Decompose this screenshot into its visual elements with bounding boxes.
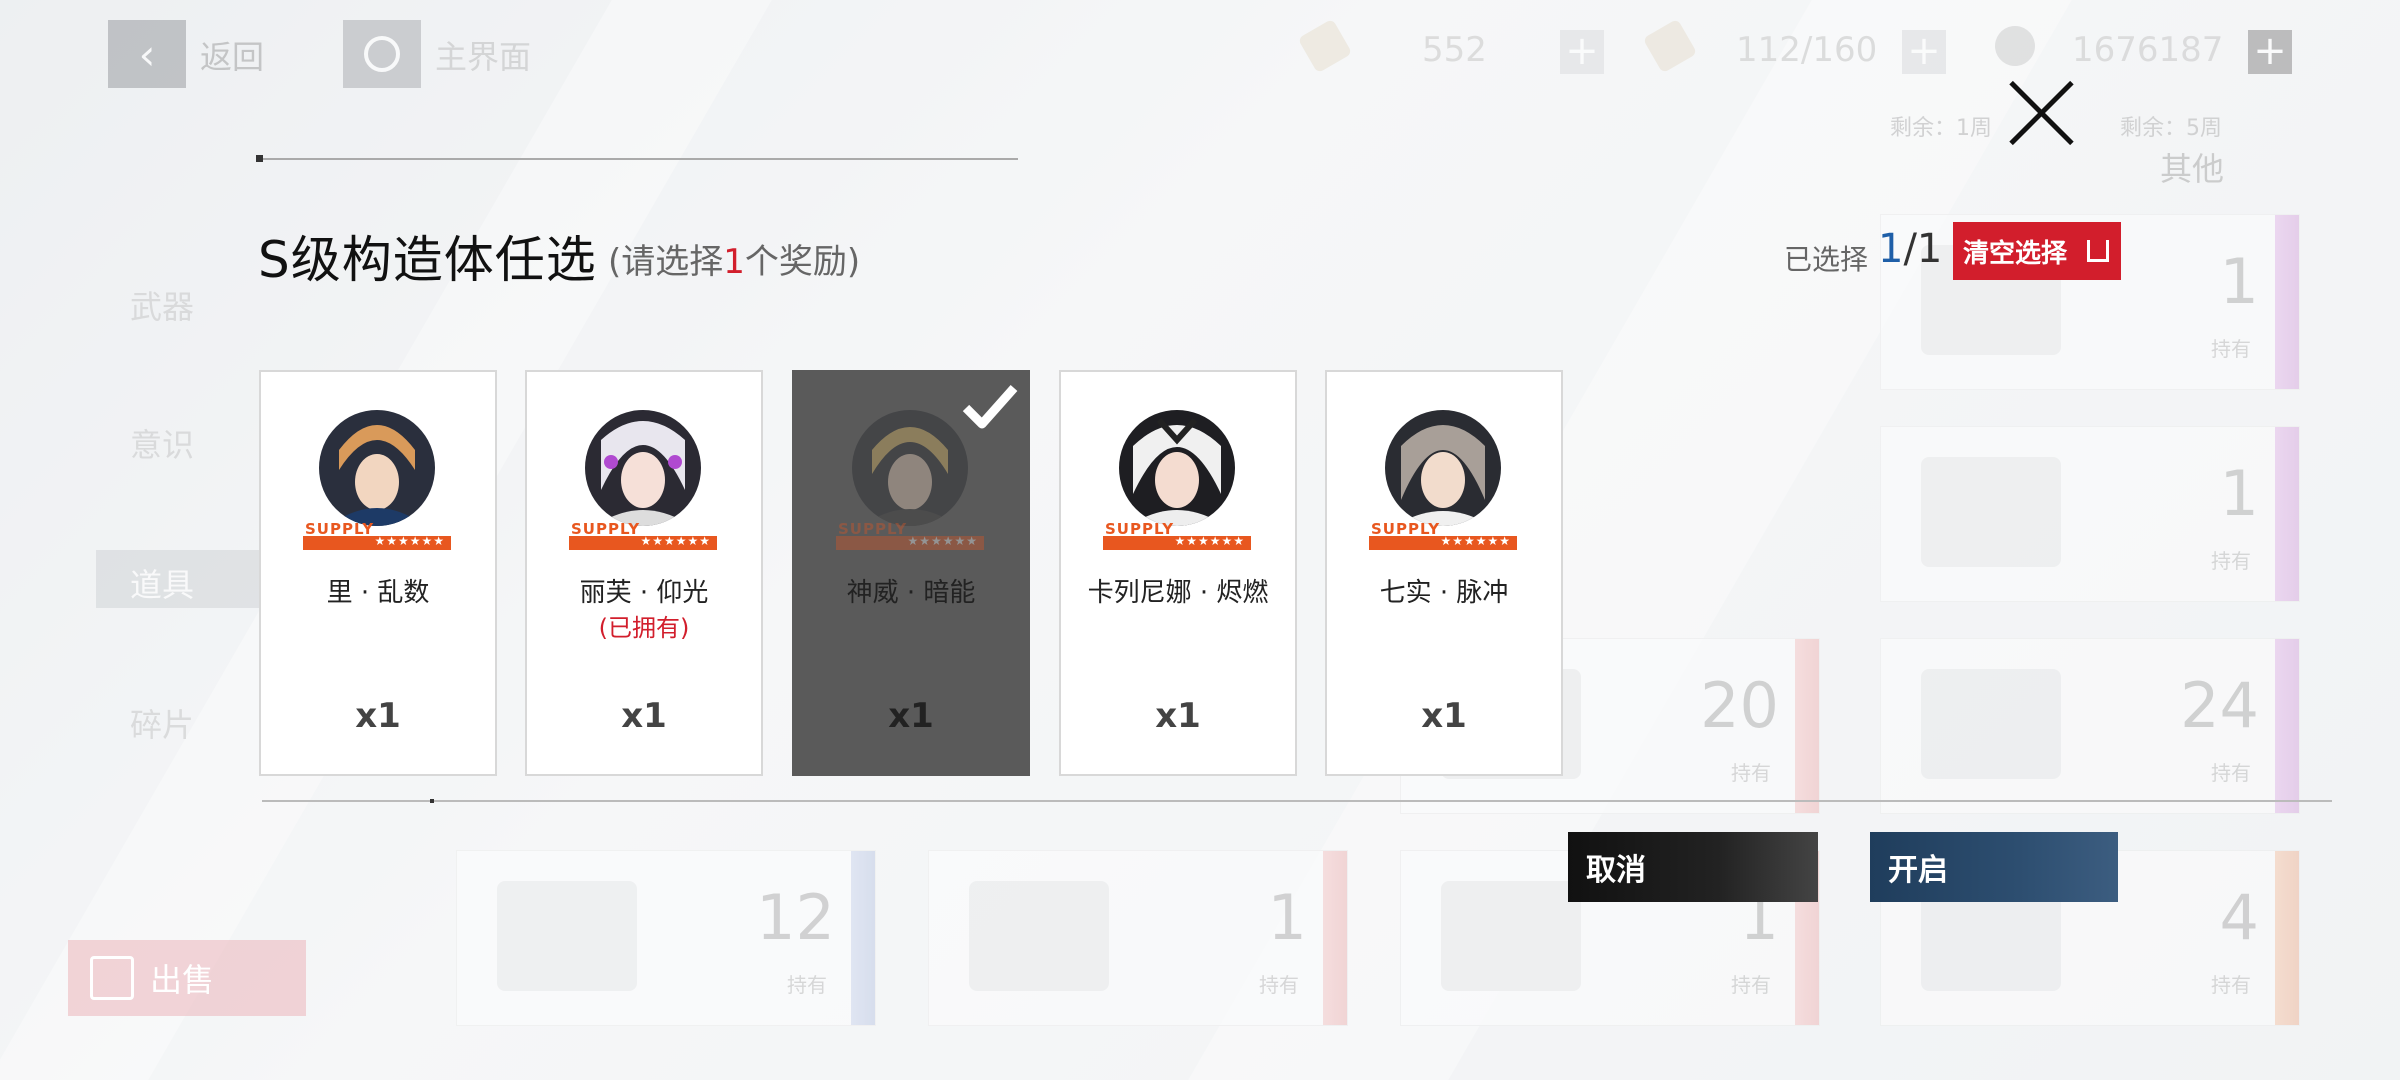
selected-current: 1 — [1878, 226, 1904, 272]
reward-card-selected[interactable]: ★★★★★★ SUPPLY 神威 · 暗能 x1 — [792, 370, 1030, 776]
quantity: x1 — [888, 696, 934, 736]
supply-text: SUPPLY — [838, 520, 908, 538]
broom-icon — [2087, 240, 2109, 262]
reward-card[interactable]: ★★★★★★ SUPPLY 卡列尼娜 · 烬燃 x1 — [1059, 370, 1297, 776]
selected-label: 已选择 — [1784, 243, 1869, 276]
quantity: x1 — [621, 696, 667, 736]
character-name: 里 · 乱数 — [326, 578, 430, 608]
character-name: 神威 · 暗能 — [846, 578, 976, 608]
character-avatar — [319, 410, 435, 526]
reward-card[interactable]: ★★★★★★ SUPPLY 七实 · 脉冲 x1 — [1325, 370, 1563, 776]
check-icon — [962, 385, 1018, 429]
divider-dot — [256, 155, 263, 162]
supply-band: ★★★★★★ — [569, 534, 717, 550]
character-name: 七实 · 脉冲 — [1379, 578, 1509, 608]
cancel-label: 取消 — [1586, 853, 1646, 888]
supply-text: SUPPLY — [1371, 520, 1441, 538]
character-avatar — [852, 410, 968, 526]
dialog-subtitle: (请选择1个奖励) — [608, 234, 860, 283]
close-icon[interactable] — [2004, 76, 2078, 150]
supply-rank-badge: ★★★★★★ SUPPLY — [1103, 520, 1251, 550]
subtitle-prefix: (请选择 — [608, 242, 724, 282]
supply-rank-badge: ★★★★★★ SUPPLY — [303, 520, 451, 550]
divider — [258, 158, 1018, 160]
reward-card[interactable]: ★★★★★★ SUPPLY 丽芙 · 仰光 (已拥有) x1 — [525, 370, 763, 776]
character-name: 卡列尼娜 · 烬燃 — [1087, 578, 1269, 608]
quantity: x1 — [1421, 696, 1467, 736]
selected-total: /1 — [1903, 226, 1943, 272]
character-avatar — [1385, 410, 1501, 526]
quantity: x1 — [1155, 696, 1201, 736]
supply-rank-badge: ★★★★★★ SUPPLY — [836, 520, 984, 550]
character-avatar — [585, 410, 701, 526]
subtitle-suffix: 个奖励) — [744, 242, 861, 282]
quantity: x1 — [355, 696, 401, 736]
supply-text: SUPPLY — [1105, 520, 1175, 538]
reward-card[interactable]: ★★★★★★ SUPPLY 里 · 乱数 x1 — [259, 370, 497, 776]
supply-rank-badge: ★★★★★★ SUPPLY — [1369, 520, 1517, 550]
cancel-button[interactable]: 取消 — [1568, 832, 1818, 902]
character-avatar — [1119, 410, 1235, 526]
owned-label: (已拥有) — [598, 614, 690, 642]
supply-band: ★★★★★★ — [1103, 534, 1251, 550]
open-button[interactable]: 开启 — [1870, 832, 2118, 902]
star-rating: ★★★★★★ — [1440, 534, 1511, 548]
supply-rank-badge: ★★★★★★ SUPPLY — [569, 520, 717, 550]
star-rating: ★★★★★★ — [907, 534, 978, 548]
dialog-title: S级构造体任选 — [258, 231, 597, 289]
character-name: 丽芙 · 仰光 — [579, 578, 709, 608]
open-label: 开启 — [1888, 853, 1948, 888]
supply-text: SUPPLY — [305, 520, 375, 538]
supply-band: ★★★★★★ — [303, 534, 451, 550]
clear-selection-button[interactable]: 清空选择 — [1953, 222, 2121, 280]
star-rating: ★★★★★★ — [640, 534, 711, 548]
divider-dot — [430, 799, 434, 803]
star-rating: ★★★★★★ — [1174, 534, 1245, 548]
supply-text: SUPPLY — [571, 520, 641, 538]
selected-count: 1/1 — [1878, 226, 1942, 272]
star-rating: ★★★★★★ — [374, 534, 445, 548]
clear-selection-label: 清空选择 — [1963, 238, 2068, 269]
subtitle-count: 1 — [723, 242, 745, 282]
divider — [262, 800, 2332, 802]
supply-band: ★★★★★★ — [1369, 534, 1517, 550]
supply-band: ★★★★★★ — [836, 534, 984, 550]
